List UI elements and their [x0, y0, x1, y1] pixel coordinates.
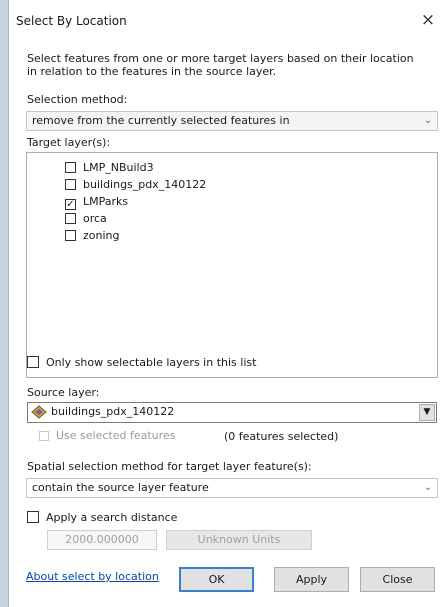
background-window-edge	[0, 0, 8, 607]
target-layer-checkbox-checked[interactable]: ✓	[65, 199, 76, 210]
spatial-method-value: contain the source layer feature	[32, 481, 209, 494]
select-by-location-dialog: Select By Location × Select features fro…	[8, 0, 440, 607]
target-layer-label: zoning	[83, 229, 120, 242]
target-layer-item[interactable]: zoning	[65, 229, 120, 243]
dialog-title: Select By Location	[16, 14, 127, 28]
selection-method-dropdown[interactable]: remove from the currently selected featu…	[26, 111, 438, 131]
use-selected-features-option[interactable]: Use selected features	[39, 429, 175, 442]
target-layer-item[interactable]: LMP_NBuild3	[65, 161, 154, 175]
source-layer-label: Source layer:	[27, 386, 100, 399]
target-layer-label: LMParks	[83, 195, 129, 208]
target-layer-label: orca	[83, 212, 107, 225]
target-layer-item[interactable]: orca	[65, 212, 107, 226]
use-selected-label: Use selected features	[56, 429, 176, 442]
close-button[interactable]: Close	[360, 567, 435, 592]
target-layer-label: LMP_NBuild3	[83, 161, 154, 174]
chevron-down-icon: ⌄	[423, 482, 433, 493]
only-selectable-label: Only show selectable layers in this list	[46, 356, 257, 369]
target-layer-item[interactable]: buildings_pdx_140122	[65, 178, 206, 192]
selection-method-label: Selection method:	[27, 93, 128, 106]
source-layer-dropdown[interactable]: buildings_pdx_140122 ▼	[27, 402, 437, 423]
search-distance-checkbox[interactable]	[27, 511, 39, 523]
source-layer-value: buildings_pdx_140122	[51, 405, 175, 418]
title-bar: Select By Location ×	[9, 8, 440, 36]
spatial-method-label: Spatial selection method for target laye…	[27, 460, 312, 473]
search-distance-units[interactable]: Unknown Units	[166, 530, 312, 550]
target-layer-label: buildings_pdx_140122	[83, 178, 207, 191]
use-selected-checkbox[interactable]	[39, 431, 49, 441]
only-selectable-option[interactable]: Only show selectable layers in this list	[27, 356, 256, 369]
target-layers-list[interactable]: LMP_NBuild3 buildings_pdx_140122 ✓ LMPark…	[26, 152, 438, 378]
features-selected-count: (0 features selected)	[224, 430, 339, 443]
target-layer-checkbox[interactable]	[65, 179, 76, 190]
apply-button[interactable]: Apply	[274, 567, 349, 592]
target-layers-label: Target layer(s):	[27, 136, 111, 149]
chevron-down-icon: ⌄	[423, 115, 433, 126]
layer-diamond-icon	[31, 405, 47, 419]
description-text: Select features from one or more target …	[27, 52, 414, 78]
search-distance-label: Apply a search distance	[46, 511, 178, 524]
dropdown-arrow-icon: ▼	[419, 404, 435, 421]
ok-button[interactable]: OK	[179, 567, 254, 592]
target-layer-checkbox[interactable]	[65, 230, 76, 241]
target-layer-item[interactable]: ✓ LMParks	[65, 195, 129, 210]
close-icon[interactable]: ×	[417, 10, 439, 32]
only-selectable-checkbox[interactable]	[27, 356, 39, 368]
search-distance-option[interactable]: Apply a search distance	[27, 511, 177, 524]
selection-method-value: remove from the currently selected featu…	[32, 114, 290, 127]
target-layer-checkbox[interactable]	[65, 162, 76, 173]
search-distance-input[interactable]: 2000.000000	[47, 530, 157, 550]
spatial-method-dropdown[interactable]: contain the source layer feature ⌄	[26, 478, 438, 498]
target-layer-checkbox[interactable]	[65, 213, 76, 224]
about-select-by-location-link[interactable]: About select by location	[26, 570, 159, 583]
